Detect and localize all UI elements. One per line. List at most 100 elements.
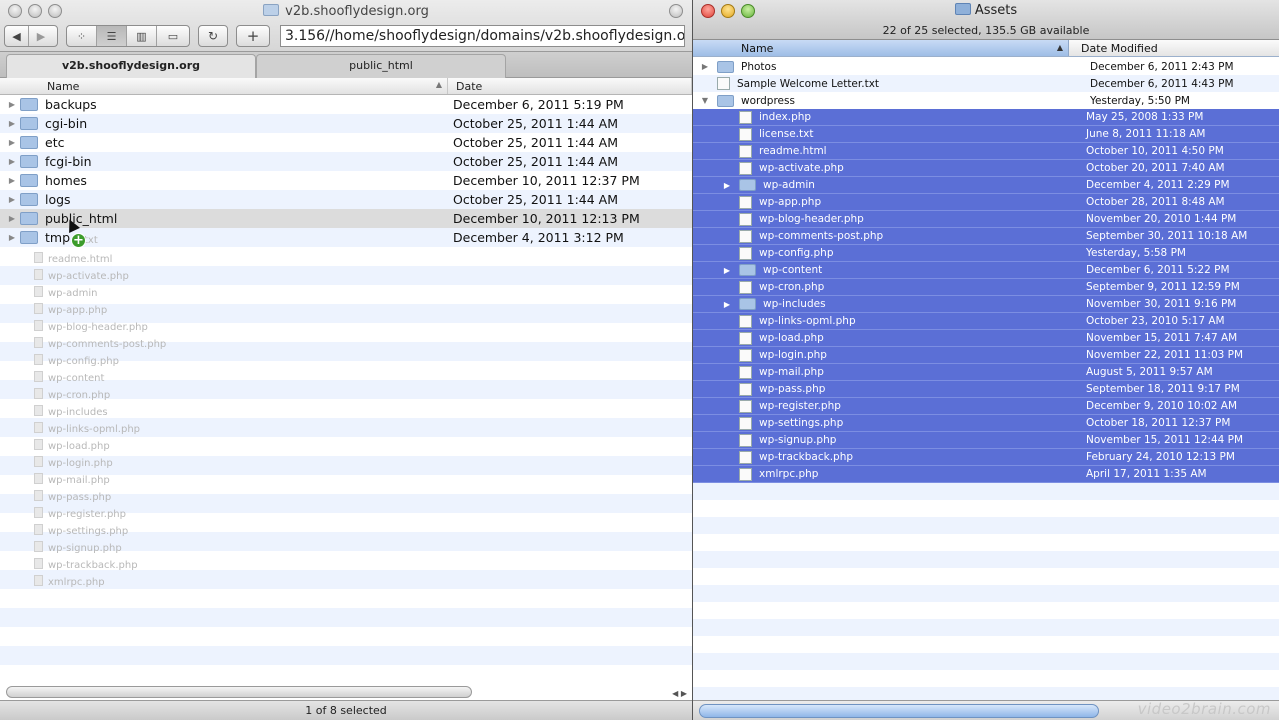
list-item[interactable]: wp-activate.php October 20, 2011 7:40 AM [693,160,1279,177]
list-item[interactable]: ▶ logs October 25, 2011 1:44 AM [0,190,692,209]
tab-bar: v2b.shooflydesign.org public_html [0,52,692,78]
sort-ascending-icon: ▲ [1056,43,1063,52]
scroll-arrows-icon[interactable]: ◀ ▶ [672,689,687,698]
column-view-icon[interactable]: ▥ [127,26,157,46]
list-item[interactable]: wp-signup.php November 15, 2011 12:44 PM [693,432,1279,449]
php-file-icon [739,416,752,430]
list-item[interactable]: ▶ fcgi-bin October 25, 2011 1:44 AM [0,152,692,171]
list-item[interactable]: wp-trackback.php February 24, 2010 12:13 … [693,449,1279,466]
html-file-icon [739,144,752,158]
item-date: November 15, 2011 7:47 AM [1086,332,1238,344]
right-titlebar: Assets 22 of 25 selected, 135.5 GB avail… [693,0,1279,40]
disclosure-triangle-icon[interactable]: ▶ [719,181,735,190]
horizontal-scrollbar[interactable] [699,704,1099,718]
list-item[interactable]: wp-login.php November 22, 2011 11:03 PM [693,347,1279,364]
text-file-icon [717,77,730,90]
ghost-label: wp-trackback.php [48,560,138,571]
list-item[interactable]: wp-register.php December 9, 2010 10:02 AM [693,398,1279,415]
drag-ghost-item: wp-mail.php [34,473,110,486]
file-list: ▶ Photos December 6, 2011 2:43 PM Sample W… [693,58,1279,700]
disclosure-triangle-icon[interactable]: ▶ [719,266,735,275]
item-name: wp-content [763,264,823,276]
item-name: wp-blog-header.php [759,213,864,225]
disclosure-triangle-icon[interactable]: ▶ [719,300,735,309]
list-view-icon[interactable]: ☰ [97,26,127,46]
list-item[interactable]: readme.html October 10, 2011 4:50 PM [693,143,1279,160]
list-item[interactable]: Sample Welcome Letter.txt December 6, 201… [693,75,1279,92]
date-column-header[interactable]: Date [448,78,692,94]
refresh-button[interactable]: ↻ [198,25,228,47]
disclosure-triangle-open-icon[interactable]: ▼ [697,96,713,105]
list-item[interactable]: wp-mail.php August 5, 2011 9:57 AM [693,364,1279,381]
list-item[interactable]: ▼ wordpress Yesterday, 5:50 PM [693,92,1279,109]
disclosure-triangle-icon[interactable]: ▶ [4,176,20,185]
coverflow-view-icon[interactable]: ▭ [157,26,189,46]
list-item[interactable]: ▶ wp-admin December 4, 2011 2:29 PM [693,177,1279,194]
ghost-label: wp-app.php [48,305,108,316]
item-date: October 18, 2011 12:37 PM [1086,417,1231,429]
disclosure-triangle-icon[interactable]: ▶ [4,119,20,128]
disclosure-triangle-icon[interactable]: ▶ [4,100,20,109]
list-item[interactable]: wp-app.php October 28, 2011 8:48 AM [693,194,1279,211]
item-date: May 25, 2008 1:33 PM [1086,111,1204,123]
back-arrow-icon[interactable]: ◀ [5,26,29,46]
item-name: readme.html [759,145,827,157]
folder-icon [717,94,734,107]
view-mode-control: ⁘ ☰ ▥ ▭ [66,25,190,47]
list-item[interactable]: index.php May 25, 2008 1:33 PM [693,109,1279,126]
php-file-icon [739,229,752,243]
ghost-label: wp-content [48,373,105,384]
ghost-label: wp-includes [48,407,108,418]
ghost-label: wp-links-opml.php [48,424,141,435]
list-item[interactable]: ▶ wp-includes November 30, 2011 9:16 PM [693,296,1279,313]
item-date: October 25, 2011 1:44 AM [453,135,619,150]
list-item[interactable]: ▶ public_html December 10, 2011 12:13 PM [0,209,692,228]
list-item[interactable]: ▶ cgi-bin October 25, 2011 1:44 AM [0,114,692,133]
list-item[interactable]: license.txt June 8, 2011 11:18 AM [693,126,1279,143]
item-date: December 10, 2011 12:37 PM [453,173,640,188]
list-item[interactable]: wp-load.php November 15, 2011 7:47 AM [693,330,1279,347]
php-file-icon [739,331,752,345]
disclosure-triangle-icon[interactable]: ▶ [697,62,713,71]
list-item[interactable]: wp-cron.php September 9, 2011 12:59 PM [693,279,1279,296]
php-file-icon [739,450,752,464]
disclosure-triangle-icon[interactable]: ▶ [4,138,20,147]
folder-icon [20,212,38,225]
list-item[interactable]: ▶ tmp December 4, 2011 3:12 PM [0,228,692,247]
list-item[interactable]: wp-blog-header.php November 20, 2010 1:44… [693,211,1279,228]
forward-arrow-icon[interactable]: ▶ [29,26,53,46]
path-field[interactable]: 3.156//home/shooflydesign/domains/v2b.sh… [280,25,685,47]
list-item[interactable]: wp-comments-post.php September 30, 2011 1… [693,228,1279,245]
drag-ghost-item: wp-app.php [34,303,108,316]
list-item[interactable]: ▶ backups December 6, 2011 5:19 PM [0,95,692,114]
tab-public-html[interactable]: public_html [256,54,506,78]
disclosure-triangle-icon[interactable]: ▶ [4,233,20,242]
folder-icon [20,174,38,187]
disclosure-triangle-icon[interactable]: ▶ [4,195,20,204]
list-item[interactable]: wp-settings.php October 18, 2011 12:37 PM [693,415,1279,432]
list-item[interactable]: ▶ Photos December 6, 2011 2:43 PM [693,58,1279,75]
ghost-label: wp-register.php [48,509,126,520]
add-button[interactable]: + [236,25,270,47]
item-date: September 9, 2011 12:59 PM [1086,281,1240,293]
disclosure-triangle-icon[interactable]: ▶ [4,157,20,166]
folder-icon [34,286,43,297]
date-modified-column-header[interactable]: Date Modified [1069,40,1279,56]
tab-v2b[interactable]: v2b.shooflydesign.org [6,54,256,78]
list-item[interactable]: ▶ etc October 25, 2011 1:44 AM [0,133,692,152]
list-item[interactable]: wp-links-opml.php October 23, 2010 5:17 A… [693,313,1279,330]
name-column-header[interactable]: Name ▲ [0,78,448,94]
list-item[interactable]: wp-pass.php September 18, 2011 9:17 PM [693,381,1279,398]
list-item[interactable]: ▶ wp-content December 6, 2011 5:22 PM [693,262,1279,279]
horizontal-scrollbar[interactable] [6,686,472,698]
list-item[interactable]: xmlrpc.php April 17, 2011 1:35 AM [693,466,1279,483]
list-item[interactable]: ▶ homes December 10, 2011 12:37 PM [0,171,692,190]
folder-icon [34,405,43,416]
list-item[interactable]: wp-config.php Yesterday, 5:58 PM [693,245,1279,262]
file-icon [34,541,43,552]
disclosure-triangle-icon[interactable]: ▶ [4,214,20,223]
php-file-icon [739,382,752,396]
icon-view-icon[interactable]: ⁘ [67,26,97,46]
drag-ghost-item: wp-trackback.php [34,558,138,571]
name-column-header[interactable]: Name ▲ [693,40,1069,56]
